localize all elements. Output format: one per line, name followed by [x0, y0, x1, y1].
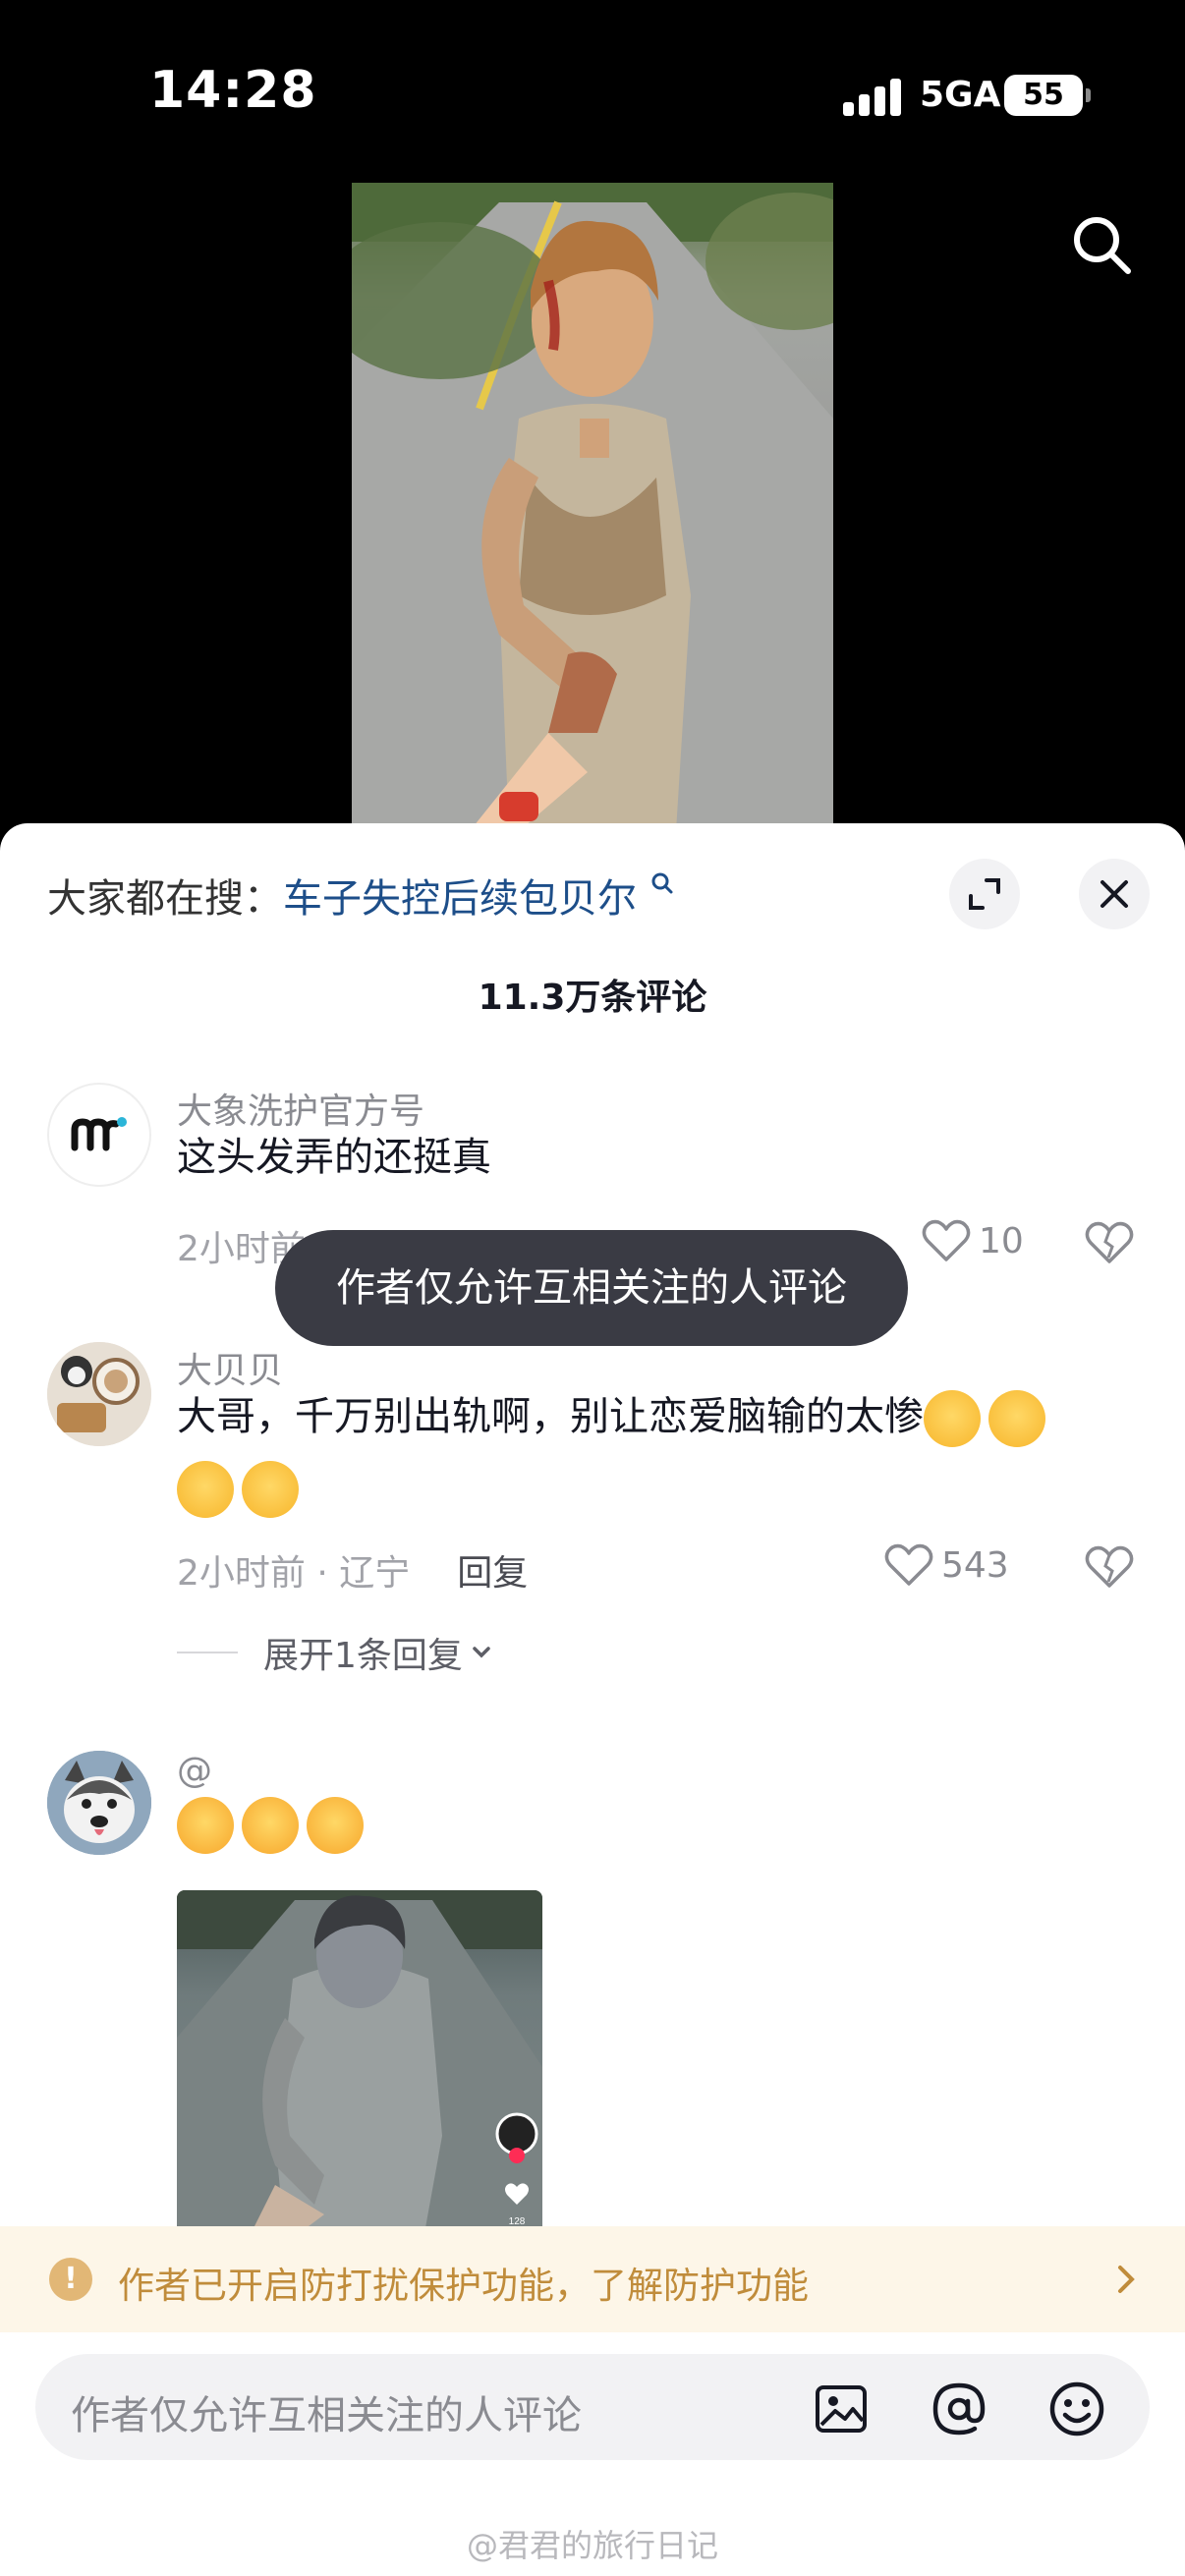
- crying-emoji-icon: [924, 1390, 981, 1447]
- expand-icon: [969, 878, 1000, 910]
- hot-search-prefix: 大家都在搜：: [47, 876, 283, 922]
- comment-item: 大贝贝 大哥，千万别出轨啊，别让恋爱脑输的太惨 2小时前 · 辽宁 回复 543 …: [0, 1342, 1185, 1676]
- like-button[interactable]: 10: [922, 1216, 1024, 1265]
- image-picker-icon[interactable]: [812, 2380, 871, 2438]
- fullscreen-button[interactable]: [949, 859, 1020, 929]
- brand-logo-icon: [71, 1117, 127, 1151]
- avatar[interactable]: [47, 1083, 151, 1187]
- comment-text: 大哥，千万别出轨啊，别让恋爱脑输的太惨: [177, 1381, 1140, 1523]
- comment-image-scene: 128: [177, 1890, 542, 2244]
- comment-meta: 2小时前 · 辽宁 回复: [177, 1544, 528, 1596]
- comment-image[interactable]: 128: [177, 1890, 542, 2244]
- crying-emoji-icon: [177, 1461, 234, 1518]
- video-scene: [352, 183, 833, 831]
- comment-item: @ 128: [0, 1751, 1185, 2244]
- dislike-icon[interactable]: [1085, 1218, 1134, 1267]
- comment-author[interactable]: @: [177, 1751, 212, 1791]
- warning-icon: !: [49, 2258, 92, 2301]
- comment-text-body: 大哥，千万别出轨啊，别让恋爱脑输的太惨: [177, 1394, 924, 1439]
- comment-count: 11.3万条评论: [478, 978, 707, 1018]
- comment-text: 这头发弄的还挺真: [177, 1135, 491, 1180]
- hot-search-term[interactable]: 车子失控后续包贝尔: [283, 876, 637, 922]
- comment-text: [177, 1788, 1140, 1859]
- crying-emoji-icon: [988, 1390, 1045, 1447]
- signal-icon: [843, 77, 902, 116]
- laughing-emoji-icon: [307, 1797, 364, 1854]
- battery-icon: 55: [1004, 75, 1091, 116]
- emoji-icon[interactable]: [1047, 2380, 1106, 2438]
- watermark: @君君的旅行日记: [466, 2527, 718, 2564]
- avatar-image: [47, 1342, 151, 1446]
- avatar[interactable]: [47, 1342, 151, 1446]
- comment-time-location: 2小时前 · 辽宁: [177, 1553, 411, 1594]
- like-count: 543: [941, 1544, 1009, 1586]
- search-icon: [651, 872, 673, 894]
- heart-icon: [922, 1219, 971, 1261]
- close-icon: [1100, 880, 1128, 908]
- protection-banner-text: 作者已开启防打扰保护功能，了解防护功能: [118, 2265, 809, 2307]
- expand-replies-label: 展开1条回复: [263, 1636, 463, 1676]
- toast-message: 作者仅允许互相关注的人评论: [275, 1230, 908, 1346]
- laughing-emoji-icon: [177, 1797, 234, 1854]
- like-count: 10: [979, 1220, 1024, 1261]
- status-bar: 14:28 5GA 55: [0, 0, 1185, 177]
- comment-input-placeholder: 作者仅允许互相关注的人评论: [71, 2393, 582, 2438]
- expand-replies-button[interactable]: 展开1条回复: [177, 1627, 496, 1678]
- hot-search-bar[interactable]: 大家都在搜：车子失控后续包贝尔: [47, 867, 675, 924]
- divider: [177, 1652, 238, 1653]
- avatar[interactable]: [47, 1751, 151, 1855]
- laughing-emoji-icon: [242, 1797, 299, 1854]
- search-icon[interactable]: [1067, 210, 1138, 281]
- heart-icon: [884, 1543, 933, 1586]
- network-label: 5GA: [920, 75, 1001, 115]
- crying-emoji-icon: [242, 1461, 299, 1518]
- status-time: 14:28: [149, 61, 317, 120]
- comment-input[interactable]: 作者仅允许互相关注的人评论: [35, 2354, 1150, 2460]
- dog-avatar-image: [47, 1751, 151, 1855]
- dislike-icon[interactable]: [1085, 1542, 1134, 1592]
- like-button[interactable]: 543: [884, 1540, 1009, 1590]
- chevron-down-icon: [473, 1647, 490, 1658]
- mention-icon[interactable]: [930, 2380, 988, 2438]
- comment-input-bar: 作者仅允许互相关注的人评论 @君君的旅行日记: [0, 2332, 1185, 2576]
- protection-banner[interactable]: ! 作者已开启防打扰保护功能，了解防护功能: [0, 2226, 1185, 2332]
- close-button[interactable]: [1079, 859, 1150, 929]
- reply-button[interactable]: 回复: [457, 1553, 528, 1594]
- chevron-right-icon: [1118, 2266, 1135, 2293]
- video-frame[interactable]: [352, 183, 833, 831]
